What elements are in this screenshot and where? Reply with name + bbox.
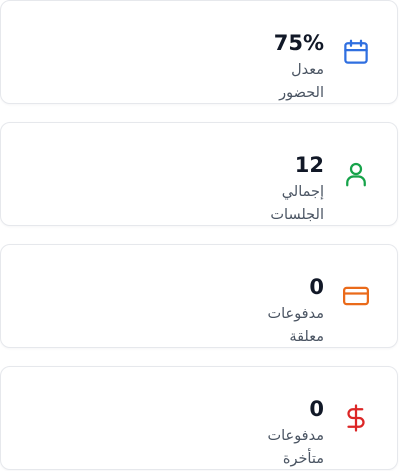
credit-card-icon — [341, 281, 371, 311]
overdue-payments-card[interactable]: 0 مدفوعات متأخرة — [0, 366, 398, 470]
calendar-icon — [341, 37, 371, 67]
stats-cards: 75% معدل الحضور 12 إجمالي الجلسات 0 مدفو… — [0, 0, 400, 471]
card-text: 0 مدفوعات متأخرة — [174, 394, 324, 471]
card-label: مدفوعات معلقة — [267, 306, 324, 345]
card-value: 0 — [309, 275, 324, 299]
card-label: مدفوعات متأخرة — [267, 428, 324, 467]
card-label: إجمالي الجلسات — [270, 184, 324, 223]
card-value: 0 — [309, 397, 324, 421]
card-text: 0 مدفوعات معلقة — [174, 272, 324, 349]
pending-payments-card[interactable]: 0 مدفوعات معلقة — [0, 244, 398, 348]
card-text: 75% معدل الحضور — [174, 28, 324, 105]
attendance-rate-card[interactable]: 75% معدل الحضور — [0, 0, 398, 104]
card-label: معدل الحضور — [279, 62, 324, 101]
card-value: 75% — [273, 31, 324, 55]
card-text: 12 إجمالي الجلسات — [174, 150, 324, 227]
user-icon — [341, 159, 371, 189]
card-value: 12 — [294, 153, 324, 177]
total-sessions-card[interactable]: 12 إجمالي الجلسات — [0, 122, 398, 226]
dollar-icon — [341, 403, 371, 433]
